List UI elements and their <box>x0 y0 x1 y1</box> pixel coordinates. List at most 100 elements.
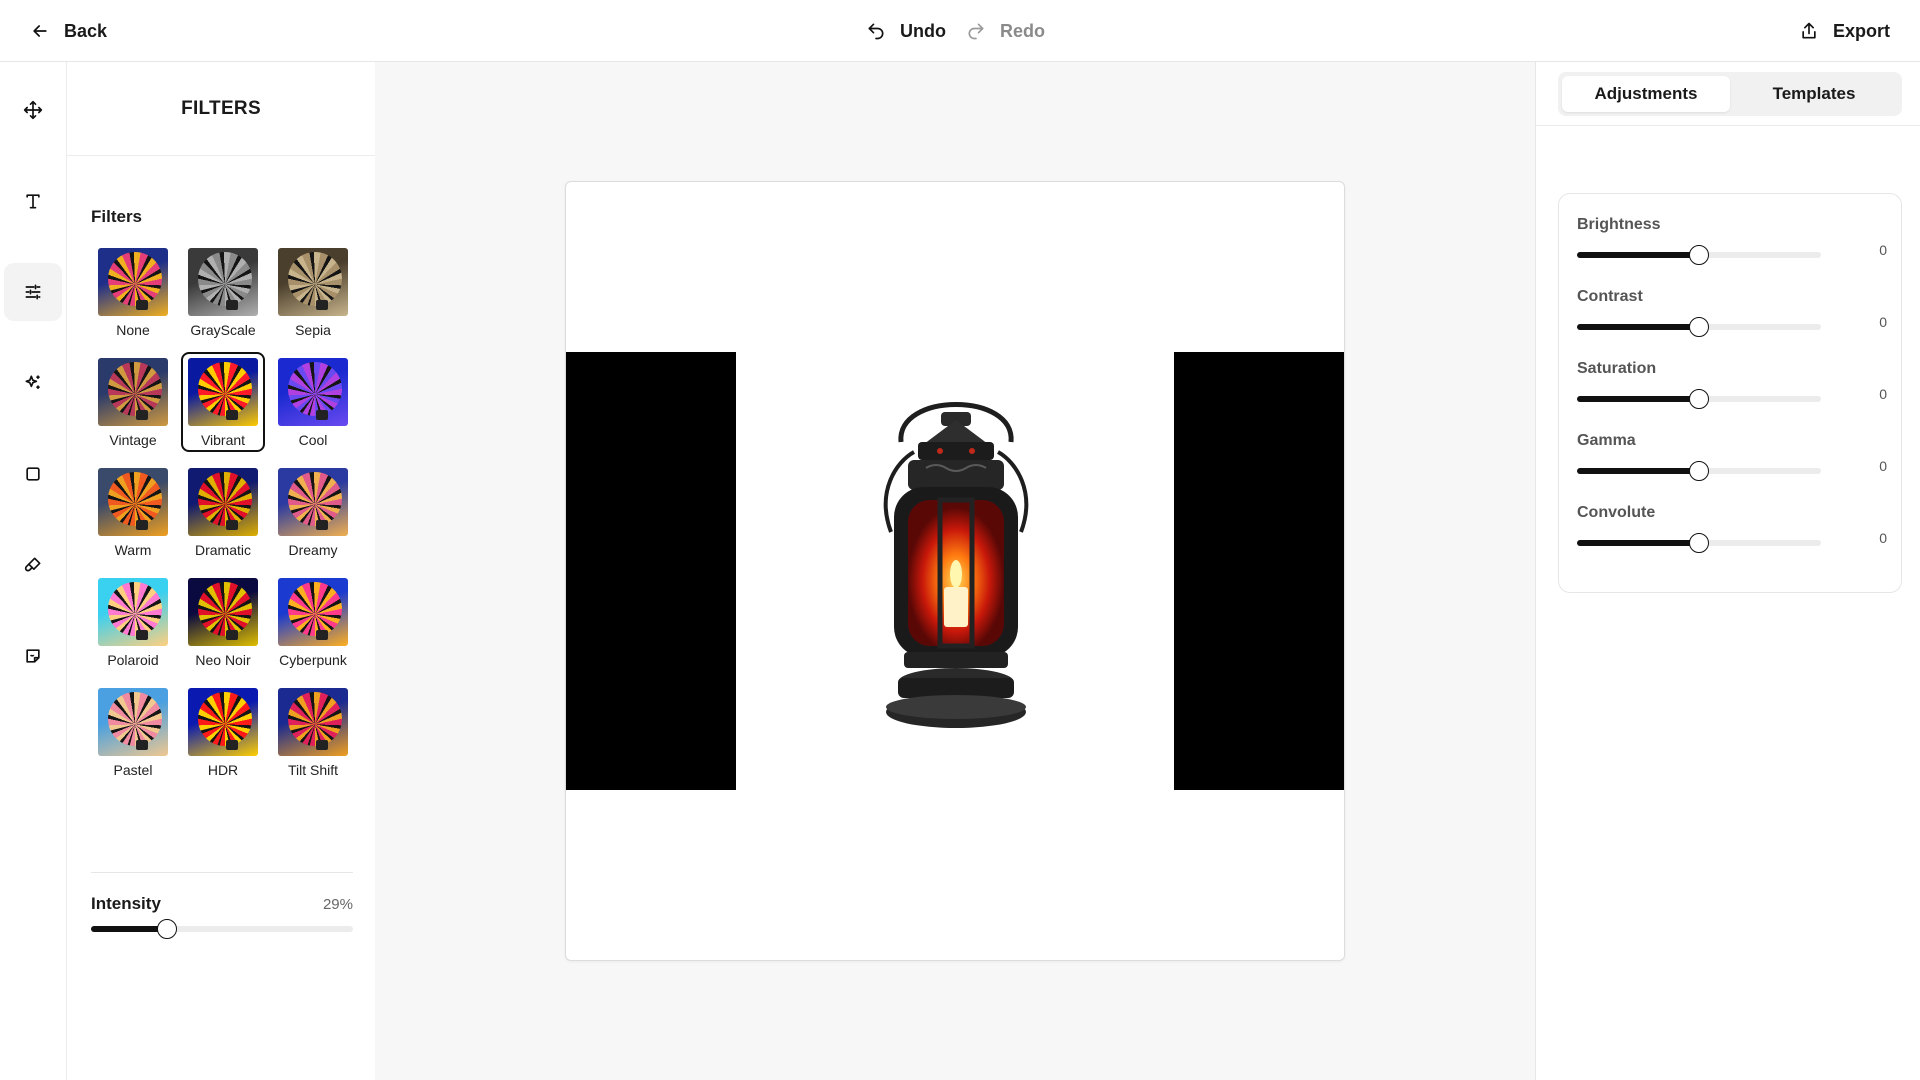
filter-label: Warm <box>114 542 152 558</box>
filter-thumbnail <box>278 468 348 536</box>
basket-graphic <box>136 630 148 640</box>
basket-graphic <box>226 410 238 420</box>
tab-templates[interactable]: Templates <box>1730 76 1898 112</box>
basket-graphic <box>316 520 328 530</box>
filter-tilt-shift[interactable]: Tilt Shift <box>271 682 355 782</box>
undo-button[interactable]: Undo <box>866 0 946 62</box>
export-button[interactable]: Export <box>1799 0 1890 62</box>
basket-graphic <box>226 300 238 310</box>
balloon-graphic <box>198 472 252 526</box>
filter-vibrant[interactable]: Vibrant <box>181 352 265 452</box>
slider-knob[interactable] <box>1689 389 1709 409</box>
move-tool-button[interactable] <box>4 81 62 139</box>
filter-neo-noir[interactable]: Neo Noir <box>181 572 265 672</box>
adjustment-slider[interactable] <box>1577 245 1821 265</box>
filter-label: Polaroid <box>107 652 159 668</box>
image-canvas[interactable] <box>565 181 1345 961</box>
balloon-graphic <box>198 692 252 746</box>
brush-icon <box>24 557 41 572</box>
filter-thumbnail <box>278 248 348 316</box>
adjustment-brightness: Brightness 0 <box>1577 216 1887 276</box>
filter-thumbnail <box>278 688 348 756</box>
sparkle-icon <box>25 375 40 389</box>
intensity-value: 29% <box>322 896 353 913</box>
adjustment-slider[interactable] <box>1577 533 1821 553</box>
filter-dreamy[interactable]: Dreamy <box>271 462 355 562</box>
filter-thumbnail <box>188 688 258 756</box>
adjustment-slider[interactable] <box>1577 389 1821 409</box>
back-button[interactable]: Back <box>30 0 107 62</box>
text-tool-button[interactable] <box>4 172 62 230</box>
balloon-graphic <box>288 582 342 636</box>
slider-knob[interactable] <box>1689 317 1709 337</box>
shape-tool-button[interactable] <box>4 445 62 503</box>
undo-icon <box>868 23 884 40</box>
adjustment-slider[interactable] <box>1577 317 1821 337</box>
filter-pastel[interactable]: Pastel <box>91 682 175 782</box>
back-label: Back <box>64 20 108 41</box>
slider-knob[interactable] <box>1689 245 1709 265</box>
lantern-image[interactable] <box>856 382 1056 742</box>
top-bar: Back Undo Redo Export <box>0 0 1920 62</box>
draw-tool-button[interactable] <box>4 536 62 594</box>
slider-knob[interactable] <box>156 919 177 939</box>
adjustment-label: Contrast <box>1577 288 1643 305</box>
filter-hdr[interactable]: HDR <box>181 682 265 782</box>
move-icon <box>23 100 43 120</box>
adjustment-slider[interactable] <box>1577 461 1821 481</box>
arrow-left-icon <box>33 25 47 37</box>
filter-grayscale[interactable]: GrayScale <box>181 242 265 342</box>
filter-sepia[interactable]: Sepia <box>271 242 355 342</box>
adjust-tool-button[interactable] <box>4 263 62 321</box>
filter-cool[interactable]: Cool <box>271 352 355 452</box>
square-shape-icon <box>26 467 40 481</box>
slider-fill <box>1577 324 1699 330</box>
balloon-graphic <box>198 252 252 306</box>
slider-knob[interactable] <box>1689 461 1709 481</box>
filter-polaroid[interactable]: Polaroid <box>91 572 175 672</box>
workspace <box>375 62 1535 1080</box>
slider-knob[interactable] <box>1689 533 1709 553</box>
basket-graphic <box>316 410 328 420</box>
divider <box>91 872 353 873</box>
filter-vintage[interactable]: Vintage <box>91 352 175 452</box>
basket-graphic <box>226 520 238 530</box>
effects-tool-button[interactable] <box>4 354 62 412</box>
filter-warm[interactable]: Warm <box>91 462 175 562</box>
adjustment-label: Saturation <box>1577 360 1657 377</box>
balloon-graphic <box>288 252 342 306</box>
filter-label: Cool <box>298 432 328 448</box>
divider <box>1536 125 1920 126</box>
filter-thumbnail <box>188 578 258 646</box>
filter-thumbnail <box>98 468 168 536</box>
filter-dramatic[interactable]: Dramatic <box>181 462 265 562</box>
filter-none[interactable]: None <box>91 242 175 342</box>
adjustment-saturation: Saturation 0 <box>1577 360 1887 420</box>
filters-panel: FILTERS Filters None GrayScale Sepia Vintag… <box>67 62 375 1080</box>
filter-grid: None GrayScale Sepia Vintage Vibrant Cool Warm… <box>91 242 361 782</box>
right-black-bar <box>1174 352 1344 790</box>
adjustment-contrast: Contrast 0 <box>1577 288 1887 348</box>
basket-graphic <box>316 740 328 750</box>
balloon-graphic <box>108 362 162 416</box>
filter-cyberpunk[interactable]: Cyberpunk <box>271 572 355 672</box>
balloon-graphic <box>108 582 162 636</box>
filter-label: Pastel <box>113 762 153 778</box>
balloon-graphic <box>288 472 342 526</box>
tab-adjustments[interactable]: Adjustments <box>1562 76 1730 112</box>
balloon-graphic <box>288 362 342 416</box>
redo-button[interactable]: Redo <box>966 0 1045 62</box>
undo-label: Undo <box>900 20 946 41</box>
text-icon <box>26 194 40 209</box>
intensity-slider[interactable] <box>91 919 353 939</box>
adjustment-convolute: Convolute 0 <box>1577 504 1887 564</box>
intensity-label: Intensity <box>91 894 161 913</box>
filter-label: Neo Noir <box>195 652 251 668</box>
filter-label: Vintage <box>109 432 157 448</box>
filter-thumbnail <box>278 358 348 426</box>
sticker-tool-button[interactable] <box>4 627 62 685</box>
filter-label: Vibrant <box>200 432 246 448</box>
adjustments-card: Brightness 0 Contrast 0 Saturation 0 Gamma 0 Con… <box>1558 193 1902 593</box>
filter-label: Sepia <box>295 322 331 338</box>
basket-graphic <box>136 740 148 750</box>
